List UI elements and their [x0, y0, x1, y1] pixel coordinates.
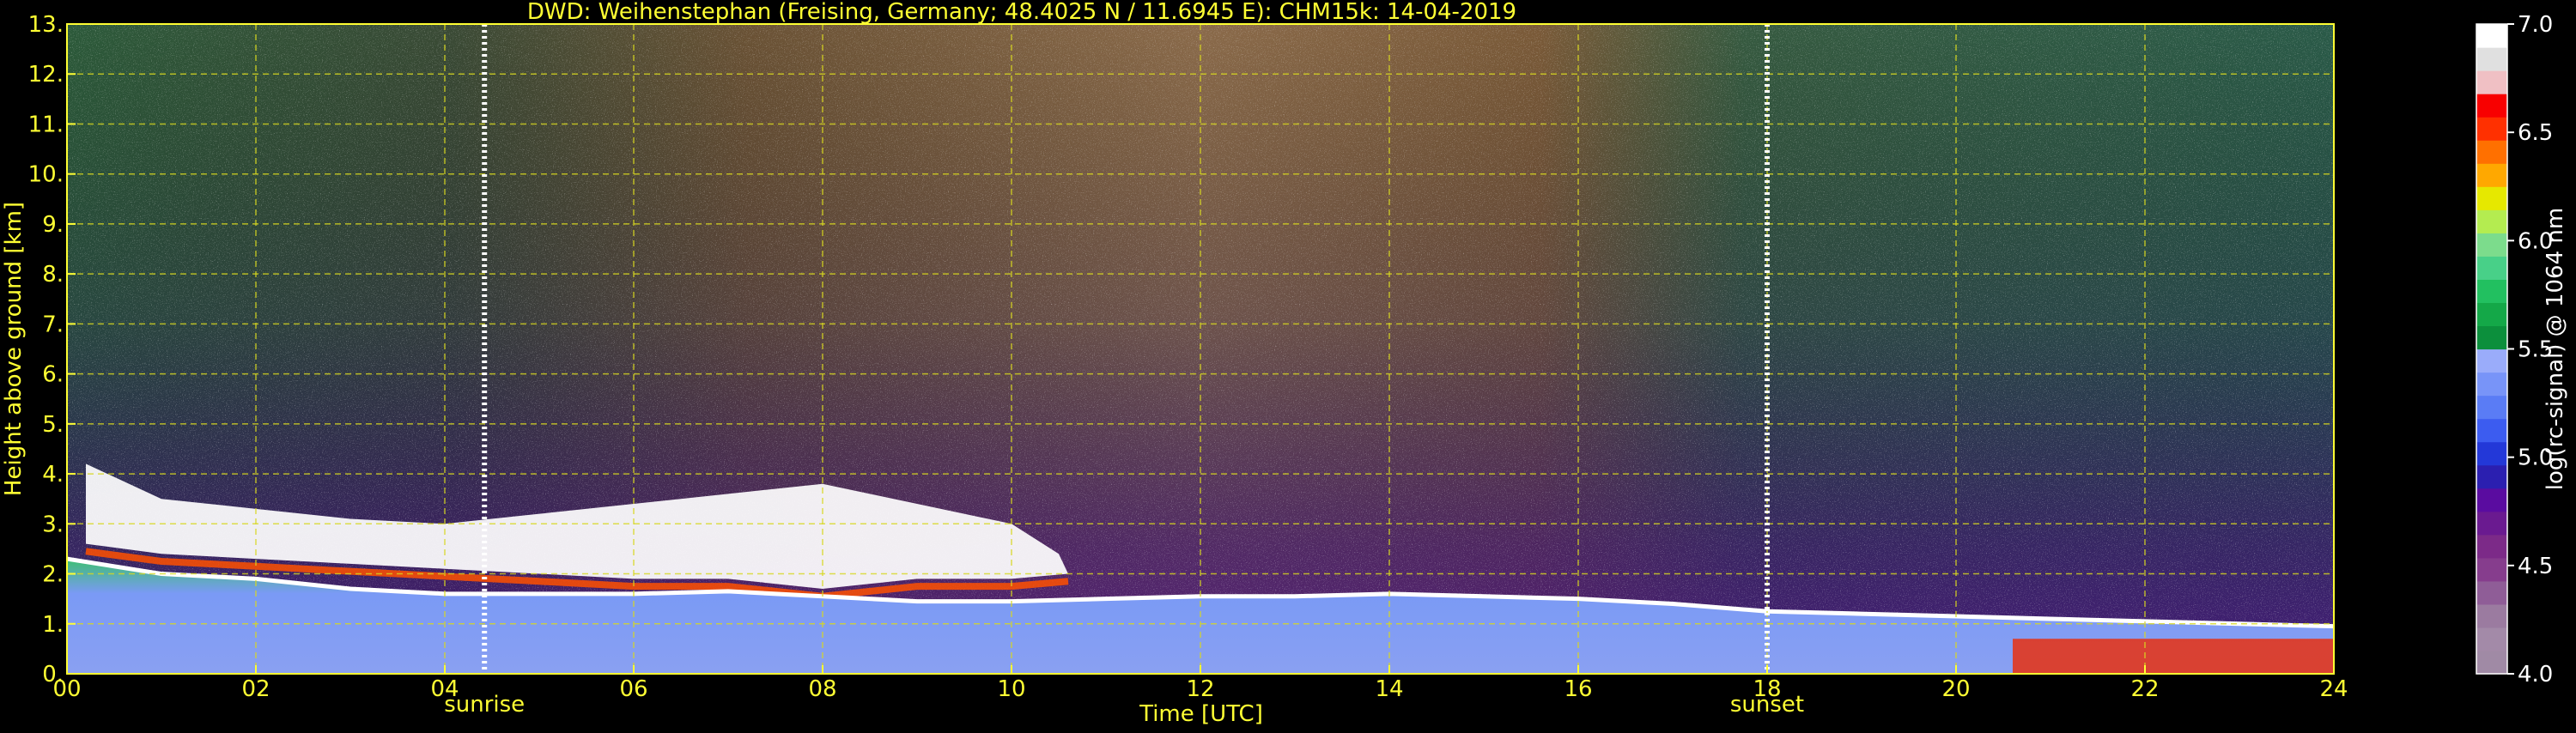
- colorbar-segment: [2476, 627, 2507, 651]
- y-tick-label: 11.: [28, 112, 64, 137]
- chart-title: DWD: Weihenstephan (Freising, Germany; 4…: [527, 0, 1516, 25]
- x-tick-label: 12: [1186, 676, 1214, 702]
- x-tick-label: 24: [2319, 676, 2348, 702]
- chart-svg: DWD: Weihenstephan (Freising, Germany; 4…: [1, 0, 2568, 727]
- colorbar-segment: [2476, 94, 2507, 118]
- colorbar: 4.04.55.05.56.06.57.0: [2476, 12, 2553, 688]
- y-tick-label: 13.: [28, 12, 64, 38]
- colorbar-segment: [2476, 488, 2507, 512]
- y-tick-label: 6.: [42, 362, 64, 388]
- colorbar-label: log(rc-signal) @ 1064 nm: [2543, 208, 2568, 490]
- colorbar-segment: [2476, 233, 2507, 257]
- colorbar-segment: [2476, 140, 2507, 164]
- annotation-sunset: sunset: [1730, 692, 1804, 718]
- colorbar-tick-label: 4.5: [2518, 554, 2553, 579]
- colorbar-tick-label: 7.0: [2518, 12, 2553, 38]
- colorbar-segment: [2476, 603, 2507, 628]
- x-tick-label: 16: [1564, 676, 1592, 702]
- x-tick-label: 06: [619, 676, 647, 702]
- y-tick-label: 8.: [42, 262, 64, 288]
- y-tick-label: 10.: [28, 162, 64, 188]
- y-tick-label: 3.: [42, 512, 64, 537]
- colorbar-segment: [2476, 348, 2507, 373]
- colorbar-segment: [2476, 511, 2507, 536]
- colorbar-segment: [2476, 163, 2507, 187]
- y-tick-label: 2.: [42, 562, 64, 588]
- plot-area: [67, 24, 2334, 674]
- annotation-sunrise: sunrise: [444, 692, 525, 718]
- y-tick-label: 0.: [42, 662, 64, 688]
- annotations: sunrise sunset: [444, 692, 1804, 718]
- y-axis-label: Height above ground [km]: [1, 202, 27, 496]
- x-tick-label: 22: [2130, 676, 2159, 702]
- colorbar-segment: [2476, 70, 2507, 94]
- colorbar-tick-label: 6.5: [2518, 120, 2553, 146]
- colorbar-segment: [2476, 47, 2507, 71]
- colorbar-segment: [2476, 279, 2507, 304]
- x-tick-label: 08: [808, 676, 836, 702]
- colorbar-segment: [2476, 534, 2507, 559]
- y-tick-label: 9.: [42, 212, 64, 238]
- colorbar-segment: [2476, 186, 2507, 210]
- y-tick-label: 5.: [42, 412, 64, 438]
- evening-precip-band: [2013, 639, 2334, 674]
- x-tick-label: 02: [241, 676, 270, 702]
- colorbar-segment: [2476, 557, 2507, 582]
- colorbar-segment: [2476, 441, 2507, 466]
- colorbar-segment: [2476, 580, 2507, 605]
- colorbar-segment: [2476, 650, 2507, 675]
- colorbar-segment: [2476, 256, 2507, 280]
- colorbar-segment: [2476, 209, 2507, 233]
- colorbar-tick-label: 4.0: [2518, 662, 2553, 688]
- x-tick-label: 10: [997, 676, 1025, 702]
- chart-figure: DWD: Weihenstephan (Freising, Germany; 4…: [0, 0, 2576, 730]
- colorbar-segment: [2476, 325, 2507, 350]
- colorbar-segment: [2476, 418, 2507, 443]
- colorbar-segment: [2476, 372, 2507, 397]
- x-tick-label: 20: [1941, 676, 1970, 702]
- y-tick-label: 7.: [42, 312, 64, 337]
- y-tick-label: 12.: [28, 62, 64, 88]
- colorbar-segment: [2476, 24, 2507, 48]
- colorbar-segment: [2476, 302, 2507, 327]
- y-tick-label: 4.: [42, 462, 64, 488]
- x-tick-label: 14: [1375, 676, 1403, 702]
- colorbar-segment: [2476, 117, 2507, 141]
- colorbar-segment: [2476, 464, 2507, 489]
- colorbar-segment: [2476, 395, 2507, 420]
- x-axis-label: Time [UTC]: [1139, 701, 1263, 727]
- y-tick-label: 1.: [42, 612, 64, 638]
